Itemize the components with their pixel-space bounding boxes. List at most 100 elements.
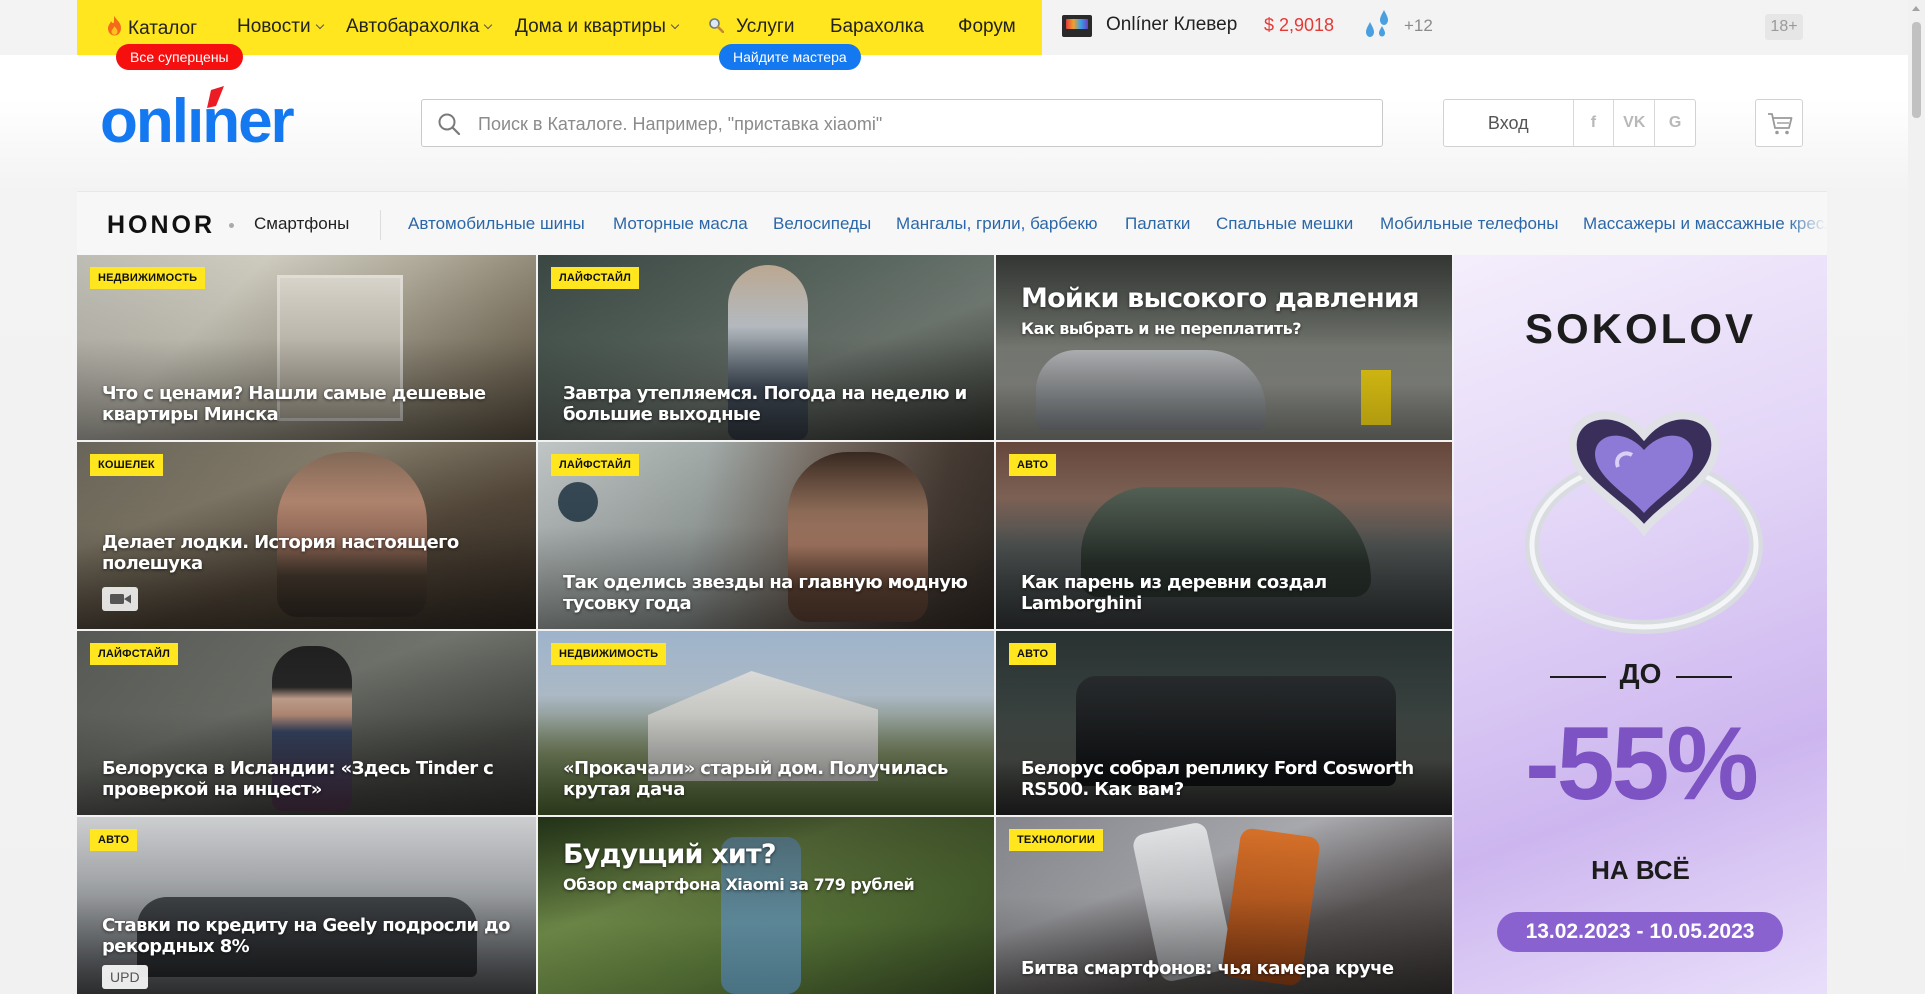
news-tile[interactable]: ЛАЙФСТАЙЛ Завтра утепляемся. Погода на н… [538, 255, 994, 440]
fade-overlay [1787, 192, 1827, 256]
news-subtitle[interactable]: Обзор смартфона Xiaomi за 779 рублей [563, 875, 974, 895]
ad-on-all: НА ВСЁ [1591, 855, 1690, 885]
news-title[interactable]: Белорус собрал реплику Ford Cosworth RS5… [1021, 758, 1432, 800]
ad-divider [1676, 676, 1732, 678]
ad-dates: 13.02.2023 - 10.05.2023 [1497, 912, 1783, 952]
chevron-down-icon [670, 20, 680, 30]
catalog-link[interactable]: Автомобильные шины [408, 214, 585, 234]
news-tile[interactable]: Будущий хит? Обзор смартфона Xiaomi за 7… [538, 817, 994, 994]
facebook-icon[interactable]: f [1574, 100, 1615, 146]
news-title[interactable]: Так оделись звезды на главную модную тус… [563, 572, 974, 614]
separator-dot [229, 223, 234, 228]
nav-baraholka-label: Барахолка [830, 16, 924, 37]
news-tile[interactable]: АВТО Как парень из деревни создал Lambor… [996, 442, 1452, 629]
logo-text: onlıner [100, 87, 295, 152]
fire-icon [108, 16, 121, 36]
promo-superprices-badge[interactable]: Все суперцены [116, 44, 243, 70]
category-tag[interactable]: НЕДВИЖИМОСТЬ [90, 267, 206, 289]
clever-logo-icon[interactable] [1062, 15, 1092, 37]
clever-link[interactable]: Onlíner Клевер [1106, 14, 1237, 36]
nav-autobaraholka-label: Автобарахолка [346, 16, 480, 37]
category-tag[interactable]: КОШЕЛЕК [90, 454, 163, 476]
news-tile[interactable]: НЕДВИЖИМОСТЬ «Прокачали» старый дом. Пол… [538, 631, 994, 815]
category-tag[interactable]: АВТО [1009, 643, 1057, 665]
news-tile[interactable]: НЕДВИЖИМОСТЬ Что с ценами? Нашли самые д… [77, 255, 536, 440]
category-tag[interactable]: НЕДВИЖИМОСТЬ [551, 643, 667, 665]
video-badge[interactable] [102, 587, 138, 611]
catalog-link[interactable]: Палатки [1125, 214, 1190, 234]
category-tag[interactable]: ЛАЙФСТАЙЛ [90, 643, 179, 665]
news-tile[interactable]: КОШЕЛЕК Делает лодки. История настоящего… [77, 442, 536, 629]
news-title[interactable]: Что с ценами? Нашли самые дешевые кварти… [102, 383, 516, 425]
news-title[interactable]: Битва смартфонов: чья камера круче [1021, 958, 1432, 979]
search-input[interactable] [476, 100, 1370, 148]
news-title[interactable]: «Прокачали» старый дом. Получилась крута… [563, 758, 974, 800]
catalog-link[interactable]: Мангалы, грили, барбекю [896, 214, 1098, 234]
currency-rate[interactable]: $ 2,9018 [1264, 15, 1334, 36]
magnifier-icon [709, 18, 724, 33]
category-tag[interactable]: ЛАЙФСТАЙЛ [551, 267, 640, 289]
scroll-up-arrow-icon[interactable] [1912, 6, 1920, 11]
nav-baraholka[interactable]: Барахолка [830, 16, 924, 38]
nav-realty-label: Дома и квартиры [515, 16, 666, 37]
news-tile[interactable]: ЛАЙФСТАЙЛ Так оделись звезды на главную … [538, 442, 994, 629]
rain-icon[interactable] [1362, 8, 1396, 44]
nav-autobaraholka[interactable]: Автобарахолка [346, 16, 493, 38]
nav-news[interactable]: Новости [237, 16, 324, 38]
search-box[interactable] [421, 99, 1383, 148]
catalog-link[interactable]: Моторные масла [613, 214, 748, 234]
ad-up-to: ДО [1619, 658, 1662, 689]
catalog-link[interactable]: Мобильные телефоны [1380, 214, 1559, 234]
category-tag[interactable]: АВТО [90, 829, 138, 851]
sokolov-ad-banner[interactable]: SOKOLOV ДО -55% НА ВСЁ 13.02.2023 - 10.0… [1454, 255, 1827, 994]
news-tile[interactable]: Мойки высокого давления Как выбрать и не… [996, 255, 1452, 440]
catalog-link[interactable]: Велосипеды [773, 214, 871, 234]
news-subtitle[interactable]: Как выбрать и не переплатить? [1021, 319, 1432, 339]
divider [380, 210, 381, 240]
video-camera-icon [110, 594, 131, 604]
news-title[interactable]: Мойки высокого давления [1021, 283, 1432, 315]
scrollbar-thumb[interactable] [1912, 22, 1921, 118]
scrollbar[interactable] [1908, 0, 1925, 994]
news-title[interactable]: Завтра утепляемся. Погода на неделю и бо… [563, 383, 974, 425]
honor-category-link[interactable]: Смартфоны [254, 214, 349, 234]
age-badge: 18+ [1765, 14, 1803, 40]
news-title[interactable]: Ставки по кредиту на Geely подросли до р… [102, 915, 516, 957]
nav-catalog-label: Каталог [128, 18, 198, 39]
news-tile[interactable]: ТЕХНОЛОГИИ Битва смартфонов: чья камера … [996, 817, 1452, 994]
search-icon [438, 113, 461, 136]
news-title[interactable]: Будущий хит? [563, 839, 974, 871]
login-group: Вход f VK G [1443, 99, 1696, 147]
catalog-link[interactable]: Спальные мешки [1216, 214, 1353, 234]
nav-realty[interactable]: Дома и квартиры [515, 16, 680, 38]
top-bar: Каталог Новости Автобарахолка Дома и ква… [0, 0, 1908, 55]
ad-brand: SOKOLOV [1524, 305, 1757, 352]
chevron-down-icon [315, 20, 324, 30]
nav-catalog[interactable]: Каталог [107, 16, 197, 40]
onliner-logo[interactable]: onlıner [100, 86, 332, 152]
nav-forum-label: Форум [958, 16, 1016, 37]
nav-news-label: Новости [237, 16, 311, 37]
google-icon[interactable]: G [1655, 100, 1695, 146]
nav-forum[interactable]: Форум [958, 16, 1016, 38]
catalog-strip: HONOR Смартфоны Автомобильные шины Мотор… [77, 191, 1827, 256]
news-tile[interactable]: АВТО Ставки по кредиту на Geely подросли… [77, 817, 536, 994]
news-title[interactable]: Делает лодки. История настоящего полешук… [102, 532, 516, 574]
honor-brand-logo[interactable]: HONOR [107, 211, 215, 240]
news-tile[interactable]: АВТО Белорус собрал реплику Ford Coswort… [996, 631, 1452, 815]
category-tag[interactable]: АВТО [1009, 454, 1057, 476]
login-button[interactable]: Вход [1444, 100, 1574, 146]
nav-services[interactable]: Услуги [708, 16, 794, 38]
cart-button[interactable] [1755, 99, 1803, 147]
nav-services-label: Услуги [736, 16, 795, 37]
weather-temp[interactable]: +12 [1404, 16, 1433, 36]
news-title[interactable]: Как парень из деревни создал Lamborghini [1021, 572, 1432, 614]
news-title[interactable]: Белоруска в Исландии: «Здесь Tinder с пр… [102, 758, 516, 800]
category-tag[interactable]: ТЕХНОЛОГИИ [1009, 829, 1103, 851]
news-tile[interactable]: ЛАЙФСТАЙЛ Белоруска в Исландии: «Здесь T… [77, 631, 536, 815]
promo-find-master-badge[interactable]: Найдите мастера [719, 44, 861, 70]
vk-icon[interactable]: VK [1614, 100, 1656, 146]
update-badge: UPD [102, 965, 148, 989]
category-tag[interactable]: ЛАЙФСТАЙЛ [551, 454, 640, 476]
cart-icon [1768, 113, 1793, 135]
